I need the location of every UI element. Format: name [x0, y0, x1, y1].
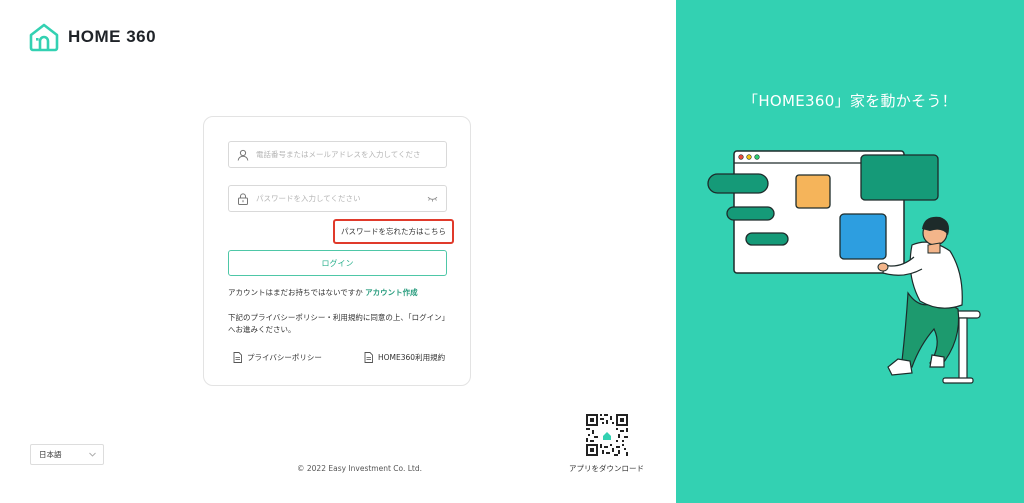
lock-icon — [238, 192, 248, 205]
create-account-link[interactable]: アカウント作成 — [365, 288, 418, 297]
document-icon — [364, 352, 373, 363]
login-button[interactable]: ログイン — [228, 250, 447, 276]
dashboard-illustration — [707, 150, 981, 384]
user-field[interactable] — [228, 141, 447, 168]
user-icon — [237, 149, 249, 161]
language-value: 日本語 — [39, 450, 62, 459]
brand-name: HOME 360 — [68, 27, 157, 46]
no-account-text: アカウントはまだお持ちではないですか — [228, 288, 363, 297]
language-select[interactable]: 日本語 — [30, 444, 104, 465]
user-input[interactable] — [256, 150, 438, 159]
eye-closed-icon[interactable] — [426, 196, 438, 202]
document-icon — [233, 352, 242, 363]
chevron-down-icon — [89, 452, 96, 457]
app-download-caption: アプリをダウンロード — [569, 464, 644, 473]
brand-logo[interactable]: HOME 360 — [28, 22, 156, 52]
login-panel: HOME 360 電話番号またはメールアドレスを入力してくださ パスワードを忘れ… — [0, 0, 676, 503]
terms-link[interactable]: HOME360利用規約 — [364, 352, 445, 363]
house-logo-icon — [29, 23, 59, 52]
forgot-password-link[interactable]: パスワードを忘れた方はこちら — [333, 219, 454, 244]
agreement-text: 下記のプライバシーポリシー・利用規約に同意の上、「ログイン」へお進みください。 — [228, 313, 450, 334]
login-card: パスワードを忘れた方はこちら ログイン アカウントはまだお持ちではないですか ア… — [203, 116, 471, 386]
password-field[interactable] — [228, 185, 447, 212]
hero-tagline: 「HOME360」家を動かそう！ — [743, 92, 957, 110]
terms-label: HOME360利用規約 — [378, 353, 446, 362]
no-account-row: アカウントはまだお持ちではないですか アカウント作成 — [228, 287, 418, 298]
password-input[interactable] — [256, 194, 419, 203]
privacy-policy-label: プライバシーポリシー — [247, 353, 322, 362]
privacy-policy-link[interactable]: プライバシーポリシー — [233, 352, 322, 363]
qr-code-icon[interactable] — [585, 413, 629, 457]
copyright-text: © 2022 Easy Investment Co. Ltd. — [297, 464, 423, 473]
